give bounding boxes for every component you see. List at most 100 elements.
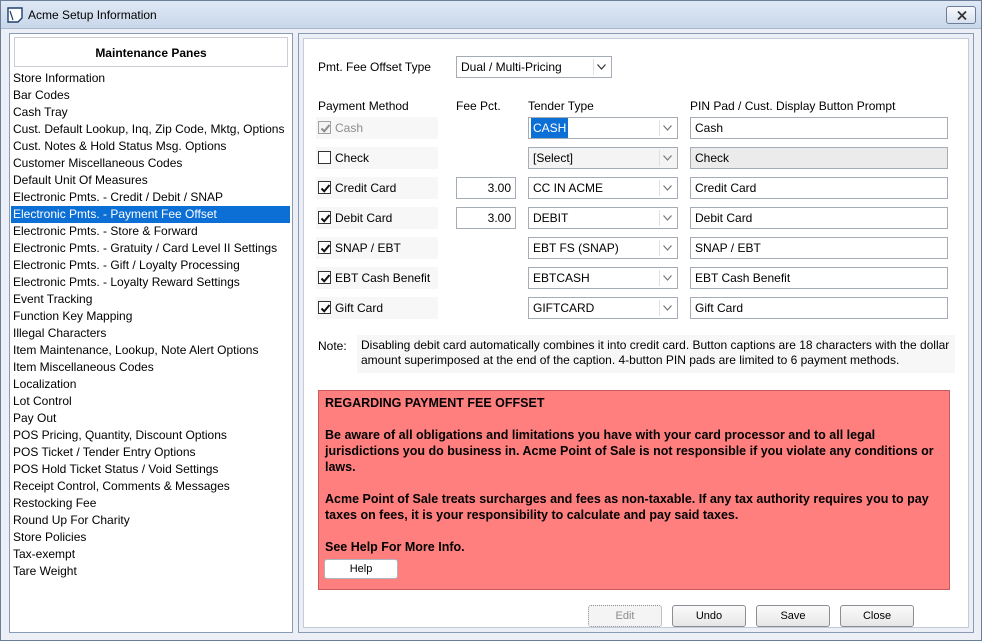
tender-type-value: GIFTCARD	[533, 301, 595, 315]
tender-type-select[interactable]: CC IN ACME	[528, 177, 678, 199]
pane-item[interactable]: Pay Out	[10, 410, 292, 427]
button-prompt-input[interactable]: Credit Card	[690, 177, 948, 199]
col-tender-type: Tender Type	[528, 99, 594, 113]
chevron-down-icon	[659, 270, 675, 286]
pane-item[interactable]: Item Miscellaneous Codes	[10, 359, 292, 376]
payment-method-checkbox-row[interactable]: SNAP / EBT	[316, 237, 438, 259]
save-button[interactable]: Save	[756, 605, 830, 627]
pane-item[interactable]: Store Policies	[10, 529, 292, 546]
pane-item[interactable]: Round Up For Charity	[10, 512, 292, 529]
close-button[interactable]: Close	[840, 605, 914, 627]
help-button[interactable]: Help	[324, 559, 398, 579]
form-area: Pmt. Fee Offset Type Dual / Multi-Pricin…	[303, 38, 969, 628]
warning-title: REGARDING PAYMENT FEE OFFSET	[325, 396, 545, 410]
pane-item[interactable]: Item Maintenance, Lookup, Note Alert Opt…	[10, 342, 292, 359]
tender-type-select[interactable]: EBT FS (SNAP)	[528, 237, 678, 259]
chevron-down-icon	[659, 240, 675, 256]
tender-type-select[interactable]: DEBIT	[528, 207, 678, 229]
tender-type-value: DEBIT	[533, 211, 569, 225]
undo-button[interactable]: Undo	[672, 605, 746, 627]
checkbox[interactable]	[318, 241, 331, 254]
title-bar: Acme Setup Information	[1, 1, 981, 29]
offset-type-value: Dual / Multi-Pricing	[461, 60, 562, 74]
pane-item[interactable]: Tare Weight	[10, 563, 292, 580]
pane-item[interactable]: Illegal Characters	[10, 325, 292, 342]
pane-item[interactable]: POS Pricing, Quantity, Discount Options	[10, 427, 292, 444]
chevron-down-icon	[659, 210, 675, 226]
tender-type-value: [Select]	[533, 151, 574, 165]
note-text: Disabling debit card automatically combi…	[357, 335, 955, 373]
checkbox[interactable]	[318, 121, 331, 134]
payment-method-checkbox-row[interactable]: Debit Card	[316, 207, 438, 229]
pane-item[interactable]: Default Unit Of Measures	[10, 172, 292, 189]
checkbox[interactable]	[318, 301, 331, 314]
pane-item[interactable]: Electronic Pmts. - Payment Fee Offset	[11, 206, 290, 223]
payment-method-checkbox-row[interactable]: Gift Card	[316, 297, 438, 319]
warning-paragraph-1: Be aware of all obligations and limitati…	[325, 428, 934, 474]
pane-item[interactable]: Tax-exempt	[10, 546, 292, 563]
offset-type-select[interactable]: Dual / Multi-Pricing	[456, 56, 612, 78]
pane-item[interactable]: Electronic Pmts. - Store & Forward	[10, 223, 292, 240]
pane-item[interactable]: Function Key Mapping	[10, 308, 292, 325]
pane-item[interactable]: Cust. Default Lookup, Inq, Zip Code, Mkt…	[10, 121, 292, 138]
warning-paragraph-3: See Help For More Info.	[325, 540, 465, 554]
setup-window: Acme Setup Information Maintenance Panes…	[0, 0, 982, 641]
payment-method-label: Credit Card	[335, 181, 397, 195]
pane-item[interactable]: Restocking Fee	[10, 495, 292, 512]
pane-item[interactable]: Store Information	[10, 70, 292, 87]
button-prompt-input[interactable]: Check	[690, 147, 948, 169]
window-close-button[interactable]	[946, 6, 976, 24]
warning-paragraph-2: Acme Point of Sale treats surcharges and…	[325, 492, 929, 522]
payment-method-label: Debit Card	[335, 211, 393, 225]
pane-item[interactable]: Event Tracking	[10, 291, 292, 308]
checkbox[interactable]	[318, 271, 331, 284]
fee-pct-input[interactable]: 3.00	[456, 207, 516, 229]
pane-item[interactable]: Cash Tray	[10, 104, 292, 121]
payment-method-checkbox-row[interactable]: Check	[316, 147, 438, 169]
payment-method-checkbox-row[interactable]: Credit Card	[316, 177, 438, 199]
col-button-prompt: PIN Pad / Cust. Display Button Prompt	[690, 99, 896, 113]
payment-method-label: SNAP / EBT	[335, 241, 401, 255]
pane-item[interactable]: Electronic Pmts. - Gift / Loyalty Proces…	[10, 257, 292, 274]
edit-button[interactable]: Edit	[588, 605, 662, 627]
checkbox[interactable]	[318, 211, 331, 224]
chevron-down-icon	[659, 150, 675, 166]
pane-item[interactable]: Bar Codes	[10, 87, 292, 104]
pane-item[interactable]: Receipt Control, Comments & Messages	[10, 478, 292, 495]
pane-item[interactable]: Cust. Notes & Hold Status Msg. Options	[10, 138, 292, 155]
tender-type-select[interactable]: [Select]	[528, 147, 678, 169]
note-label: Note:	[318, 339, 347, 353]
panes-list: Store Information Bar Codes Cash Tray Cust.…	[10, 70, 292, 580]
fee-pct-input[interactable]: 3.00	[456, 177, 516, 199]
window-title: Acme Setup Information	[28, 8, 157, 22]
col-payment-method: Payment Method	[318, 99, 409, 113]
pane-item[interactable]: Electronic Pmts. - Loyalty Reward Settin…	[10, 274, 292, 291]
pane-item[interactable]: Lot Control	[10, 393, 292, 410]
tender-type-value: CC IN ACME	[533, 181, 604, 195]
payment-method-checkbox-row[interactable]: Cash	[316, 117, 438, 139]
checkbox[interactable]	[318, 181, 331, 194]
offset-type-label: Pmt. Fee Offset Type	[318, 60, 431, 74]
checkbox[interactable]	[318, 151, 331, 164]
tender-type-select[interactable]: GIFTCARD	[528, 297, 678, 319]
button-prompt-input[interactable]: EBT Cash Benefit	[690, 267, 948, 289]
button-prompt-input[interactable]: SNAP / EBT	[690, 237, 948, 259]
tender-type-value: EBTCASH	[533, 271, 590, 285]
pane-item[interactable]: POS Hold Ticket Status / Void Settings	[10, 461, 292, 478]
pane-item[interactable]: Electronic Pmts. - Credit / Debit / SNAP	[10, 189, 292, 206]
chevron-down-icon	[593, 59, 609, 75]
pane-item[interactable]: Customer Miscellaneous Codes	[10, 155, 292, 172]
button-prompt-input[interactable]: Cash	[690, 117, 948, 139]
pane-item[interactable]: Electronic Pmts. - Gratuity / Card Level…	[10, 240, 292, 257]
button-prompt-input[interactable]: Gift Card	[690, 297, 948, 319]
pane-item[interactable]: POS Ticket / Tender Entry Options	[10, 444, 292, 461]
pane-item[interactable]: Localization	[10, 376, 292, 393]
app-icon	[7, 7, 23, 23]
tender-type-select[interactable]: CASH	[528, 117, 678, 139]
col-fee-pct: Fee Pct.	[456, 99, 501, 113]
button-prompt-input[interactable]: Debit Card	[690, 207, 948, 229]
tender-type-select[interactable]: EBTCASH	[528, 267, 678, 289]
panes-header: Maintenance Panes	[14, 37, 288, 67]
chevron-down-icon	[659, 120, 675, 136]
payment-method-checkbox-row[interactable]: EBT Cash Benefit	[316, 267, 438, 289]
